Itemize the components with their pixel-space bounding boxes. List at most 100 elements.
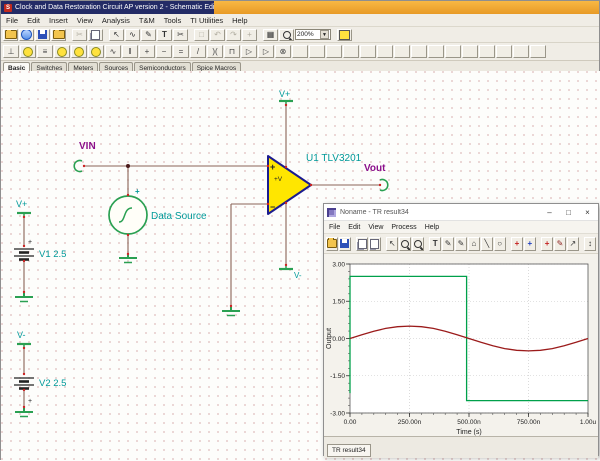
toolbar-pen-button[interactable]: ✎	[141, 29, 156, 41]
menu-edit[interactable]: Edit	[27, 16, 40, 25]
waveform-menubar: File Edit View Process Help	[324, 221, 598, 234]
toolbar-export-button[interactable]	[51, 29, 66, 41]
waveform-plot-area[interactable]: 0.00250.00n500.00n750.00n1.00u3.001.500.…	[324, 254, 598, 436]
vout-net-label[interactable]: Vout	[364, 163, 386, 174]
toolbar-zoom-in-button[interactable]	[399, 237, 411, 251]
component-voltage-generator-button[interactable]	[71, 45, 87, 58]
toolbar-wire-button[interactable]: ∿	[125, 29, 140, 41]
waveform-menu-file[interactable]: File	[329, 224, 340, 231]
schematic-canvas[interactable]: VIN Vout U1 TLV3201 + − +V V+ V- Data So…	[1, 71, 600, 461]
toolbar-arrow-button[interactable]: ↗	[567, 237, 579, 251]
component-diode-button[interactable]: ▷	[241, 45, 257, 58]
toolbar-text-button[interactable]: T	[157, 29, 172, 41]
toolbar-redo-button[interactable]: ↷	[226, 29, 241, 41]
data-source-label[interactable]: Data Source	[151, 211, 207, 222]
toolbar-cut-button[interactable]: ✂	[72, 29, 87, 41]
waveform-titlebar[interactable]: Noname - TR result34 – □ ×	[324, 204, 598, 221]
component-current-generator-button[interactable]	[88, 45, 104, 58]
toolbar-select-button[interactable]: □	[194, 29, 209, 41]
component-resistor-button[interactable]: ∿	[105, 45, 121, 58]
component-ground-button[interactable]: ⊥	[3, 45, 19, 58]
pen-icon: ✎	[145, 30, 152, 39]
waveform-window[interactable]: Noname - TR result34 – □ × File Edit View P…	[323, 203, 599, 456]
toolbar-copy-special-button[interactable]	[369, 237, 381, 251]
close-button[interactable]: ×	[580, 206, 595, 219]
component-battery-button[interactable]: ≡	[37, 45, 53, 58]
toolbar-ellipse-button[interactable]: ○	[494, 237, 506, 251]
opamp-minus-pin-label: −	[270, 202, 275, 212]
opamp-ref-label[interactable]: U1 TLV3201	[306, 153, 362, 164]
toolbar-process-button[interactable]: +	[541, 237, 553, 251]
battery-v1-symbol[interactable]	[14, 249, 34, 260]
toolbar-zoom-out-button[interactable]	[412, 237, 424, 251]
data-source-symbol[interactable]	[109, 196, 147, 234]
toolbar-cursor-b-button[interactable]: +	[524, 237, 536, 251]
v1-value-label[interactable]: V1 2.5	[39, 249, 66, 260]
toolbar-pointer-button[interactable]: ↖	[109, 29, 124, 41]
toolbar-copy-button[interactable]	[88, 29, 103, 41]
waveform-menu-edit[interactable]: Edit	[348, 224, 360, 231]
toolbar-save-button[interactable]	[35, 29, 50, 41]
toolbar-add-button[interactable]: +	[242, 29, 257, 41]
component-current-source-button[interactable]	[54, 45, 70, 58]
toolbar-cut-wire-button[interactable]: ✂	[173, 29, 188, 41]
menu-insert[interactable]: Insert	[49, 16, 68, 25]
supply-terminals[interactable]	[17, 101, 293, 347]
component-switch-button[interactable]: /	[190, 45, 206, 58]
component-voltage-source-button[interactable]	[20, 45, 36, 58]
toolbar-open-button[interactable]	[326, 237, 338, 251]
toolbar-marker-button[interactable]: ✎	[455, 237, 467, 251]
toolbar-line-button[interactable]: ╲	[481, 237, 493, 251]
toolbar-pen-button[interactable]: ✎	[442, 237, 454, 251]
waveform-menu-process[interactable]: Process	[391, 224, 416, 231]
component-ohmmeter-button[interactable]: =	[173, 45, 189, 58]
current-source-icon	[57, 47, 67, 57]
waveform-menu-help[interactable]: Help	[425, 224, 439, 231]
waveform-menu-view[interactable]: View	[368, 224, 383, 231]
vin-connector[interactable]	[74, 161, 82, 172]
component-relay-button[interactable]: ⊓	[224, 45, 240, 58]
menu-ti-utilities[interactable]: TI Utilities	[190, 16, 223, 25]
result-tab[interactable]: TR result34	[327, 444, 371, 457]
menu-tools[interactable]: Tools	[164, 16, 182, 25]
component-transformer-button[interactable]: )(	[207, 45, 223, 58]
toolbar-undo-button[interactable]: ↶	[210, 29, 225, 41]
toolbar-pointer-button[interactable]: ↖	[386, 237, 398, 251]
toolbar-web-button[interactable]	[19, 29, 34, 41]
component-lamp-button[interactable]: ⊗	[275, 45, 291, 58]
toolbar-cursor-a-button[interactable]: +	[511, 237, 523, 251]
spin-icon: ↕	[588, 239, 592, 248]
menu-t-m[interactable]: T&M	[139, 16, 155, 25]
toolbar-zoom-ctl-button[interactable]	[279, 29, 294, 41]
toolbar-copy-button[interactable]	[356, 237, 368, 251]
menu-file[interactable]: File	[6, 16, 18, 25]
v2-net-label[interactable]: V-	[17, 330, 26, 340]
toolbar-grid-button[interactable]: ▦	[263, 29, 278, 41]
toolbar-text-button[interactable]: T	[429, 237, 441, 251]
toolbar-chip-button[interactable]	[337, 29, 352, 41]
toolbar-save-button[interactable]	[339, 237, 351, 251]
menu-analysis[interactable]: Analysis	[102, 16, 130, 25]
vin-net-label[interactable]: VIN	[79, 141, 96, 152]
v2-value-label[interactable]: V2 2.5	[39, 378, 66, 389]
cut-icon: ✂	[76, 30, 83, 39]
opamp-vminus-net-label[interactable]: V-	[294, 271, 302, 280]
menu-help[interactable]: Help	[232, 16, 247, 25]
opamp-vplus-net-label[interactable]: V+	[279, 89, 290, 99]
maximize-button[interactable]: □	[561, 206, 576, 219]
component-opamp-button[interactable]: ▷	[258, 45, 274, 58]
v1-net-label[interactable]: V+	[16, 199, 27, 209]
chevron-down-icon[interactable]: ▼	[320, 30, 329, 39]
minimize-button[interactable]: –	[542, 206, 557, 219]
menu-view[interactable]: View	[77, 16, 93, 25]
battery-v2-symbol[interactable]	[14, 378, 34, 389]
toolbar-spin-button[interactable]: ↕	[584, 237, 596, 251]
toolbar-separator	[332, 29, 336, 41]
component-voltmeter-button[interactable]: −	[156, 45, 172, 58]
zoom-level-select[interactable]: 200%▼	[295, 29, 331, 40]
toolbar-open-button[interactable]	[3, 29, 18, 41]
toolbar-annotate-button[interactable]: ✎	[554, 237, 566, 251]
toolbar-ruler-button[interactable]: ⌂	[468, 237, 480, 251]
component-capacitor-button[interactable]: ‖	[122, 45, 138, 58]
component-ammeter-button[interactable]: +	[139, 45, 155, 58]
